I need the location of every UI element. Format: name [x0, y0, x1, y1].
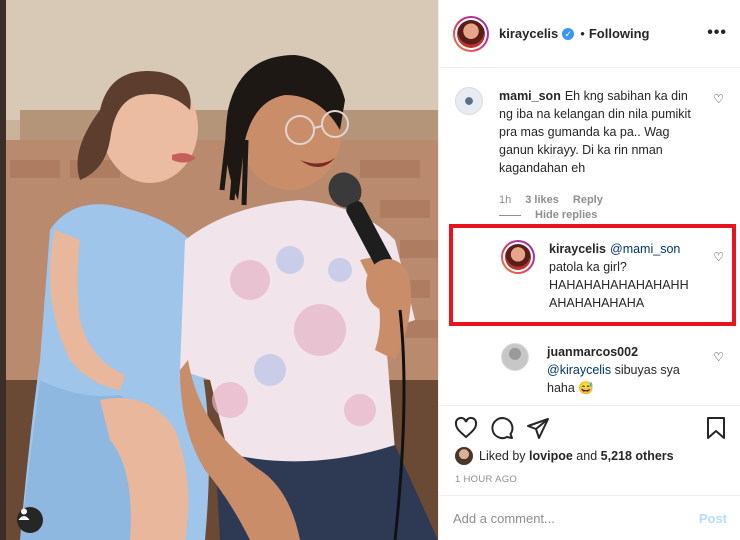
separator-dot: • — [580, 26, 585, 41]
emoji-sweat-smile-icon: 😅 — [578, 381, 594, 395]
post-photo[interactable] — [0, 0, 438, 540]
comment-likes[interactable]: 3 likes — [525, 194, 559, 206]
comment-meta: 1h 3 likes Reply — [499, 191, 699, 209]
liked-by-username[interactable]: lovipoe — [529, 449, 573, 463]
comment-like-heart-icon[interactable]: ♡ — [713, 92, 724, 106]
comment-time[interactable]: 1h — [499, 194, 511, 206]
comment-item: mami_son Eh kng sabihan ka din ng iba na … — [455, 87, 725, 209]
tagged-users-button[interactable] — [17, 507, 43, 533]
save-bookmark-icon[interactable] — [704, 416, 728, 440]
more-options-icon[interactable]: ••• — [707, 24, 727, 42]
reply-item: juanmarcos002 @kiraycelis sibuyas sya ha… — [501, 343, 721, 397]
reply-mention[interactable]: @kiraycelis — [547, 363, 611, 377]
like-heart-icon[interactable] — [454, 416, 478, 440]
likes-count-link[interactable]: 5,218 others — [601, 449, 674, 463]
comment-bubble-icon[interactable] — [490, 416, 514, 440]
following-button[interactable]: Following — [589, 26, 650, 41]
author-username[interactable]: kiraycelis — [499, 26, 558, 41]
person-icon — [18, 508, 30, 520]
add-comment-input[interactable] — [453, 510, 699, 526]
liked-by-and: and — [576, 449, 598, 463]
reply-body: juanmarcos002 @kiraycelis sibuyas sya ha… — [547, 343, 697, 397]
hide-replies-label: Hide replies — [535, 209, 598, 221]
photo-illustration — [0, 0, 438, 540]
photo-left-edge — [0, 0, 6, 540]
replies-line — [499, 214, 521, 216]
post-comment-button[interactable]: Post — [699, 511, 727, 526]
reply-button[interactable]: Reply — [573, 194, 603, 206]
add-comment-bar: Post — [439, 495, 740, 540]
highlight-box — [449, 224, 736, 326]
share-paper-plane-icon[interactable] — [526, 416, 550, 440]
reply-author-avatar[interactable] — [501, 343, 529, 371]
comment-body: mami_son Eh kng sabihan ka din ng iba na … — [499, 87, 699, 209]
comment-username[interactable]: mami_son — [499, 89, 561, 103]
reply-username[interactable]: juanmarcos002 — [547, 345, 638, 359]
post-timestamp[interactable]: 1 HOUR AGO — [455, 474, 517, 485]
commenter-avatar[interactable] — [455, 87, 483, 115]
post-header: kiraycelis ✓ • Following ••• — [439, 0, 740, 68]
reply-like-heart-icon[interactable]: ♡ — [713, 350, 724, 364]
liker-avatar[interactable] — [455, 447, 473, 465]
author-avatar[interactable] — [453, 15, 489, 52]
hide-replies-toggle[interactable]: Hide replies — [499, 209, 597, 221]
liked-by-prefix: Liked by — [479, 449, 526, 463]
verified-badge-icon: ✓ — [562, 27, 575, 40]
post-actions: Liked by lovipoe and 5,218 others 1 HOUR… — [439, 405, 740, 495]
likes-summary: Liked by lovipoe and 5,218 others — [455, 447, 674, 465]
post-details-panel: kiraycelis ✓ • Following ••• mami_son Eh … — [438, 0, 740, 540]
